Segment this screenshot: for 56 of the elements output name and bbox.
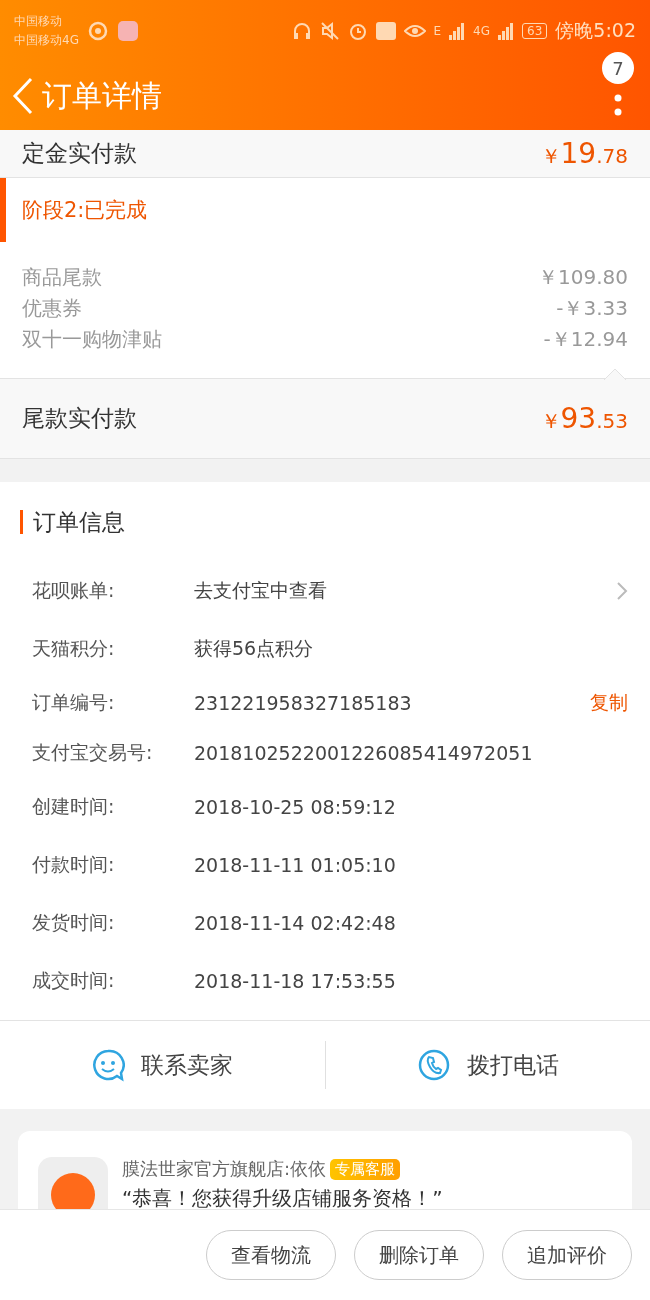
service-card[interactable]: 膜法世家官方旗舰店:依依 专属客服 “恭喜！您获得升级店铺服务资格！” bbox=[18, 1131, 632, 1209]
amount: ￥93.53 bbox=[540, 402, 628, 435]
action-button[interactable]: 查看物流 bbox=[206, 1230, 336, 1280]
chevron-right-icon[interactable] bbox=[616, 581, 628, 601]
action-button[interactable]: 删除订单 bbox=[354, 1230, 484, 1280]
page-title: 订单详情 bbox=[42, 76, 162, 115]
clock-time: 傍晚5:02 bbox=[555, 18, 636, 43]
fee-label: 优惠券 bbox=[22, 295, 82, 322]
fee-value: -￥3.33 bbox=[556, 295, 628, 322]
stage-title: 阶段2:已完成 bbox=[22, 197, 148, 224]
action-button[interactable]: 追加评价 bbox=[502, 1230, 632, 1280]
phone-icon bbox=[416, 1048, 451, 1082]
info-value: 2018-11-11 01:05:10 bbox=[194, 854, 397, 876]
back-icon[interactable] bbox=[12, 77, 34, 115]
info-value[interactable]: 去支付宝中查看 bbox=[194, 578, 616, 604]
final-payment-label: 尾款实付款 bbox=[22, 404, 137, 433]
signal-icon bbox=[498, 22, 515, 40]
shop-name: 膜法世家官方旗舰店:依依 bbox=[122, 1157, 327, 1181]
amount: ￥19.78 bbox=[540, 137, 628, 170]
network-type: E bbox=[433, 24, 442, 38]
carrier-name: 中国移动4G bbox=[14, 32, 79, 49]
info-value: 获得56点积分 bbox=[194, 636, 315, 661]
headphones-icon bbox=[291, 21, 312, 41]
info-value: 2018-10-25 08:59:12 bbox=[194, 796, 397, 818]
chat-icon bbox=[91, 1048, 126, 1082]
deposit-label: 定金实付款 bbox=[22, 139, 137, 168]
info-label: 成交时间: bbox=[32, 968, 116, 993]
signal-icon bbox=[449, 22, 466, 40]
eye-icon bbox=[403, 23, 426, 39]
copy-link[interactable]: 复制 bbox=[590, 690, 628, 716]
call-button[interactable]: 拨打电话 bbox=[325, 1021, 650, 1109]
info-label: 支付宝交易号: bbox=[32, 740, 154, 765]
info-value: 2018-11-14 02:42:48 bbox=[194, 912, 397, 934]
info-value: 231221958327185183 bbox=[194, 692, 413, 714]
carrier-name: 中国移动 bbox=[14, 13, 63, 30]
info-value: 2018102522001226085414972051 bbox=[194, 742, 534, 764]
network-type: 4G bbox=[473, 24, 491, 38]
fee-label: 双十一购物津贴 bbox=[22, 326, 162, 353]
message-badge: 7 bbox=[602, 52, 634, 84]
info-value: 2018-11-18 17:53:55 bbox=[194, 970, 397, 992]
service-message: “恭喜！您获得升级店铺服务资格！” bbox=[122, 1185, 443, 1209]
info-label: 付款时间: bbox=[32, 852, 116, 877]
section-title: 订单信息 bbox=[20, 510, 125, 534]
fee-value: -￥12.94 bbox=[543, 326, 628, 353]
service-tag: 专属客服 bbox=[330, 1158, 401, 1180]
info-label: 创建时间: bbox=[32, 794, 116, 819]
info-label: 发货时间: bbox=[32, 910, 116, 935]
info-label: 订单编号: bbox=[32, 690, 116, 715]
mute-icon bbox=[319, 21, 340, 41]
alarm-icon bbox=[347, 21, 368, 41]
fee-label: 商品尾款 bbox=[22, 264, 102, 291]
fee-value: ￥109.80 bbox=[538, 264, 628, 291]
info-label: 天猫积分: bbox=[32, 636, 116, 661]
battery-level: 63 bbox=[522, 23, 548, 39]
info-label: 花呗账单: bbox=[32, 578, 116, 603]
contact-seller-button[interactable]: 联系卖家 bbox=[0, 1021, 325, 1109]
